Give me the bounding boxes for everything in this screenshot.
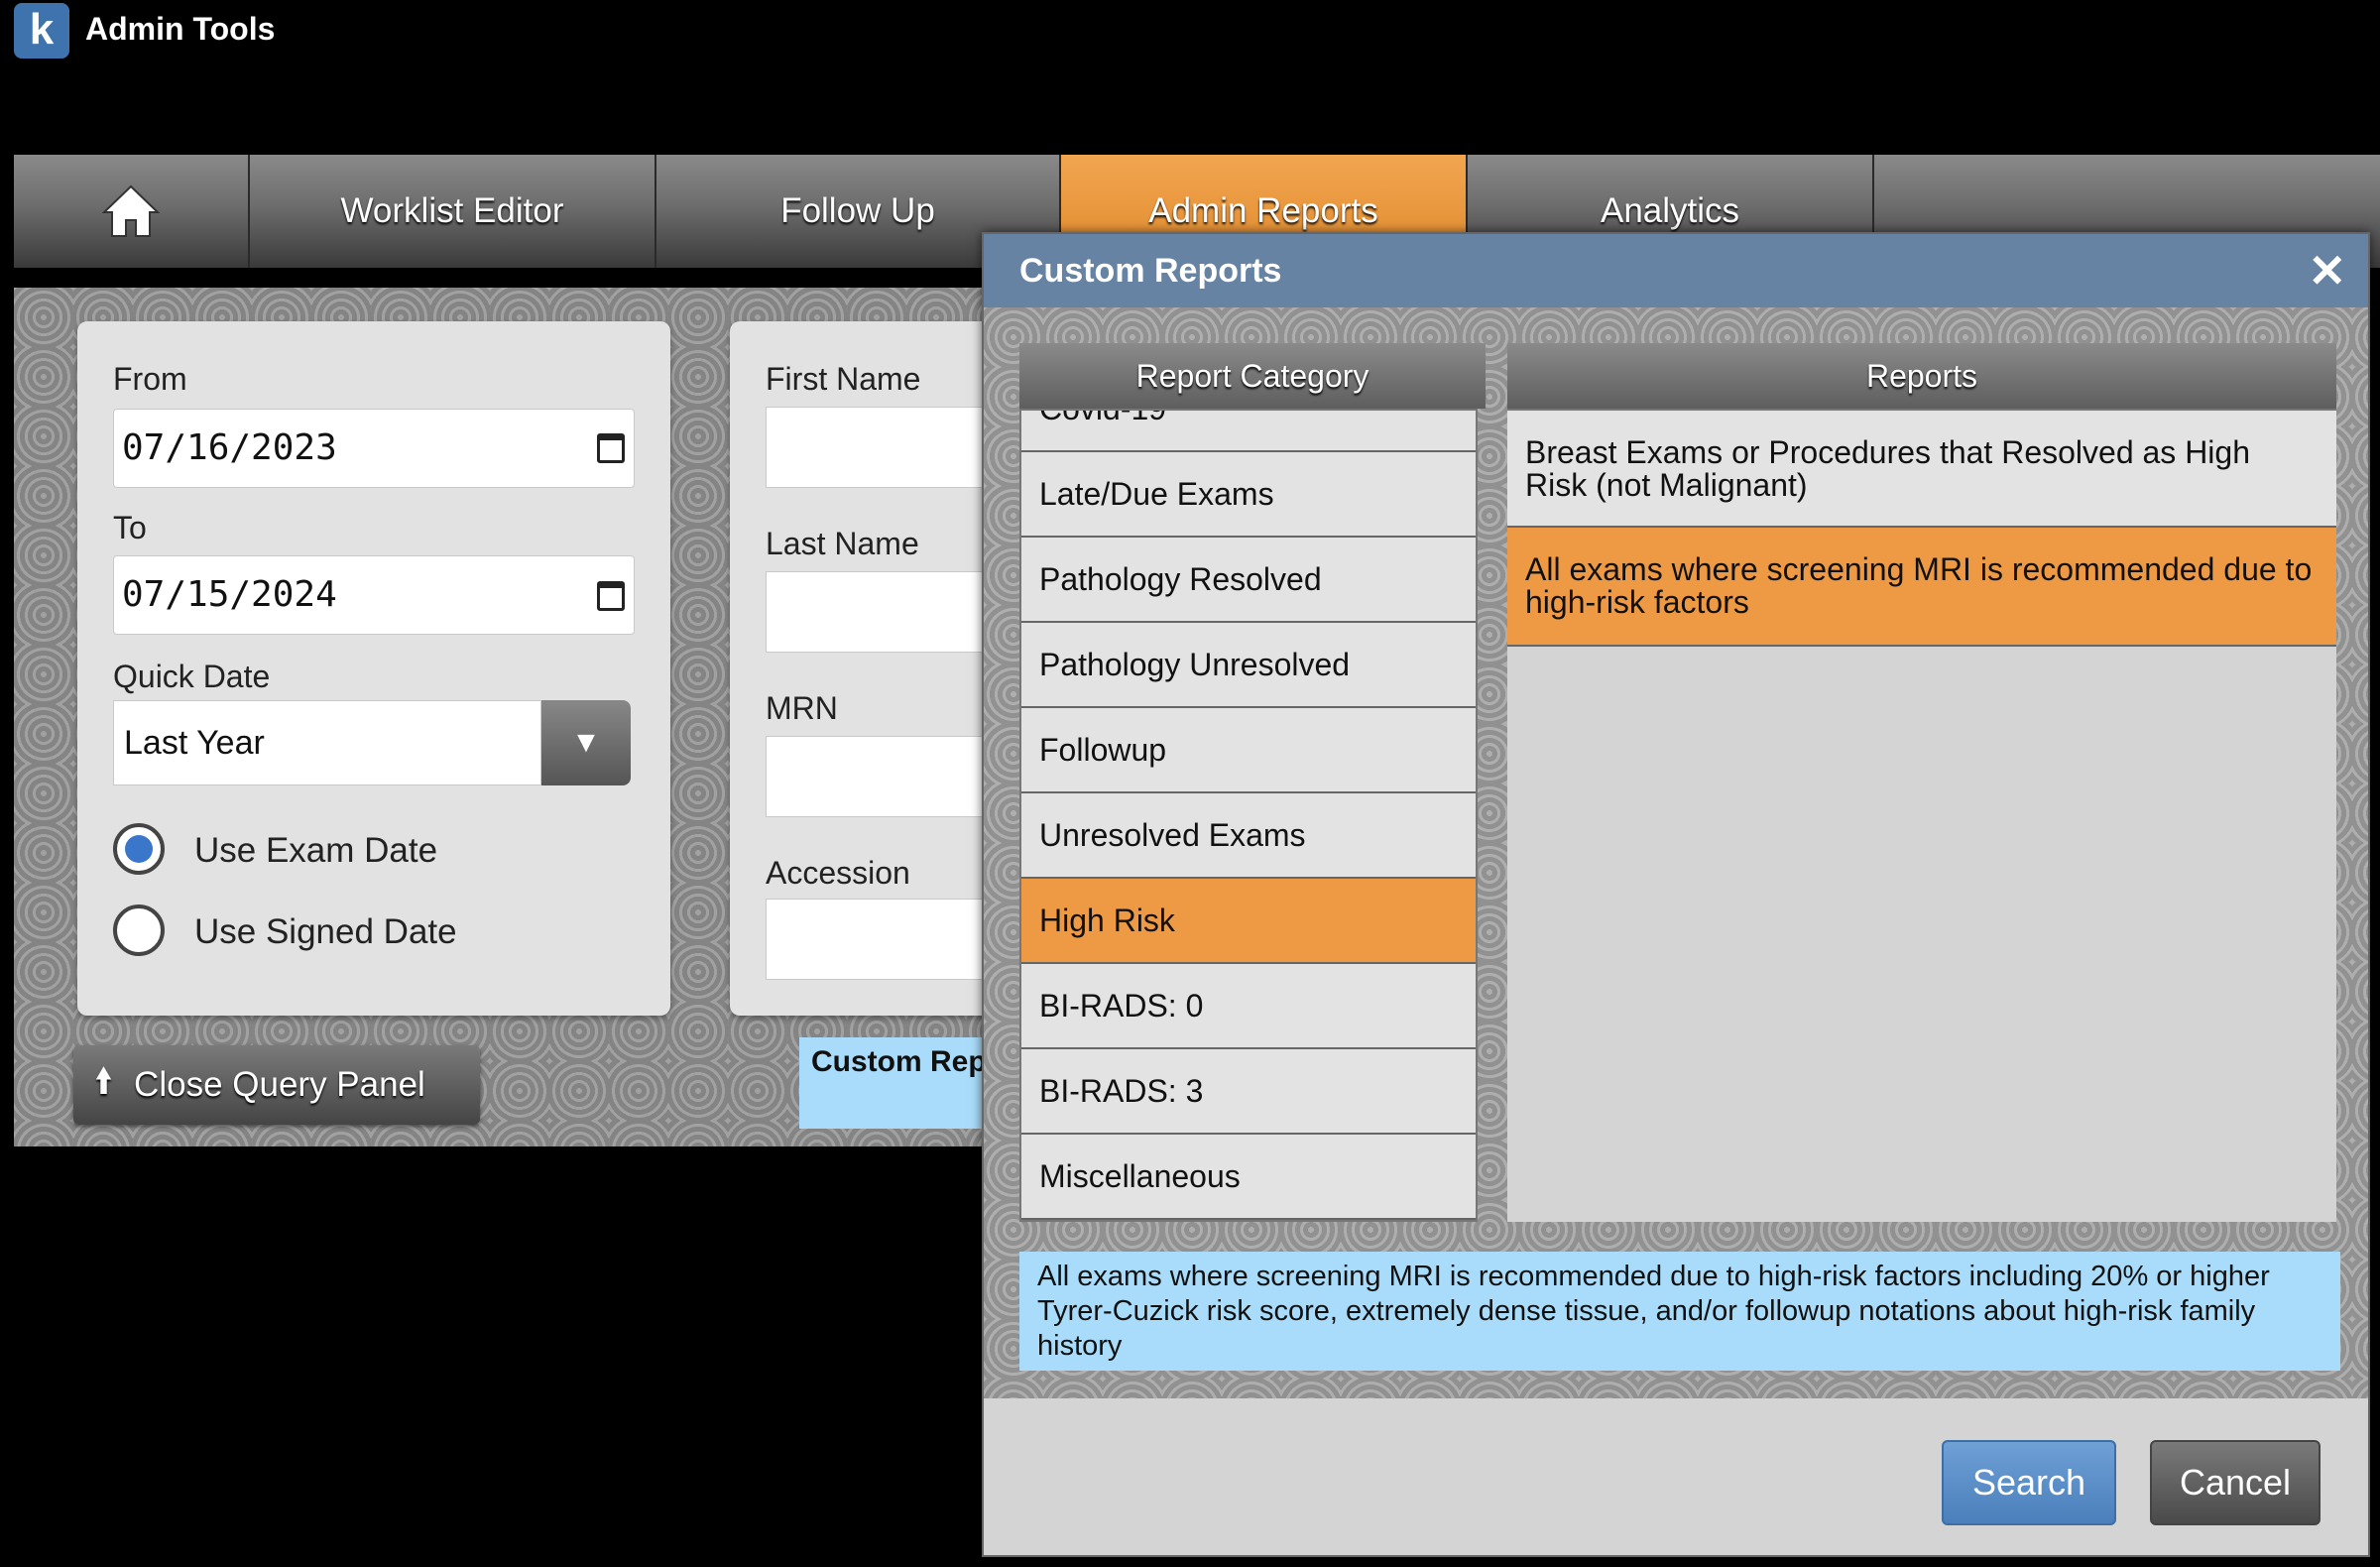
app-title: Admin Tools [85,11,276,47]
from-date-input[interactable]: 07/16/2023 [113,409,635,488]
use-signed-date-radio[interactable] [113,904,165,956]
category-item[interactable]: Pathology Resolved [1021,538,1476,623]
tab-worklist-editor[interactable]: Worklist Editor [250,155,656,268]
to-label: To [113,510,147,545]
app-logo: k [14,3,69,59]
custom-reports-tab[interactable]: Custom Rep [799,1037,998,1129]
category-item[interactable]: Unresolved Exams [1021,793,1476,879]
category-item[interactable]: Pathology Unresolved [1021,623,1476,708]
chevron-down-icon: ▼ [571,726,601,759]
to-date-input[interactable]: 07/15/2024 [113,555,635,635]
report-item-selected[interactable]: All exams where screening MRI is recomme… [1507,528,2336,647]
to-date-value: 07/15/2024 [122,574,337,615]
dialog-header: Custom Reports ✕ [984,234,2368,307]
dialog-title: Custom Reports [1019,252,1282,290]
quick-date-dropdown-button[interactable]: ▼ [541,700,631,785]
report-category-list[interactable]: Covid-19 Late/Due Exams Pathology Resolv… [1019,409,1478,1222]
calendar-icon[interactable] [597,433,625,463]
home-icon [102,184,160,237]
report-item[interactable]: Breast Exams or Procedures that Resolved… [1507,409,2336,528]
close-icon[interactable]: ✕ [2308,244,2346,298]
last-name-label: Last Name [766,526,919,561]
calendar-icon[interactable] [597,581,625,611]
from-label: From [113,361,187,397]
cancel-button[interactable]: Cancel [2150,1440,2320,1525]
close-query-panel-button[interactable]: 🠙 Close Query Panel [73,1045,480,1125]
custom-reports-dialog: Custom Reports ✕ Report Category Reports… [982,232,2370,1557]
use-exam-date-radio[interactable] [113,823,165,875]
use-exam-date-label: Use Exam Date [194,831,438,870]
category-item[interactable]: BI-RADS: 0 [1021,964,1476,1049]
accession-label: Accession [766,855,910,891]
report-category-header: Report Category [1019,343,1486,409]
search-button[interactable]: Search [1942,1440,2116,1525]
first-name-label: First Name [766,361,921,397]
category-item[interactable]: Followup [1021,708,1476,793]
quick-date-select[interactable]: Last Year [113,700,541,785]
use-signed-date-label: Use Signed Date [194,912,457,951]
category-item-selected[interactable]: High Risk [1021,879,1476,964]
reports-header: Reports [1507,343,2336,409]
report-description: All exams where screening MRI is recomme… [1019,1252,2340,1371]
category-item[interactable]: Miscellaneous [1021,1135,1476,1220]
arrow-up-icon: 🠙 [95,1061,113,1100]
nav-home[interactable] [14,155,250,268]
category-item[interactable]: Late/Due Exams [1021,452,1476,538]
category-item[interactable]: BI-RADS: 3 [1021,1049,1476,1135]
from-date-value: 07/16/2023 [122,427,337,468]
quick-date-label: Quick Date [113,659,271,694]
category-item[interactable]: Covid-19 [1021,411,1476,452]
quick-date-value: Last Year [124,724,265,762]
reports-list: Breast Exams or Procedures that Resolved… [1507,409,2336,1222]
close-query-panel-label: Close Query Panel [134,1065,425,1104]
mrn-label: MRN [766,690,838,726]
